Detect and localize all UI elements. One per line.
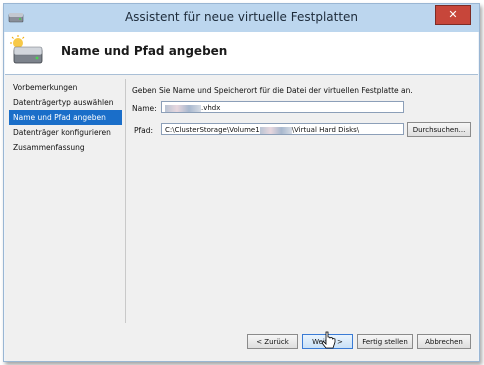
wizard-window: Assistent für neue virtuelle Festplatten… [3,3,480,362]
page-title: Name und Pfad angeben [61,44,228,58]
hard-drive-icon [10,35,43,64]
cancel-button[interactable]: Abbrechen [417,334,471,349]
nav-item-datentraeger-konfigurieren[interactable]: Datenträger konfigurieren [9,125,122,140]
title-bar[interactable]: Assistent für neue virtuelle Festplatten… [4,4,479,32]
instruction-text: Geben Sie Name und Speicherort für die D… [132,86,413,95]
wizard-header: Name und Pfad angeben [5,32,478,74]
nav-item-datentraegertyp[interactable]: Datenträgertyp auswählen [9,95,122,110]
mouse-cursor-icon [321,331,336,349]
finish-button[interactable]: Fertig stellen [357,334,413,349]
name-input-value: .vhdx [201,104,221,112]
redacted-text [259,126,292,134]
path-label: Pfad: [134,126,154,135]
name-input[interactable]: .vhdx [161,101,404,113]
nav-item-name-und-pfad[interactable]: Name und Pfad angeben [9,110,122,125]
wizard-content: Vorbemerkungen Datenträgertyp auswählen … [5,75,478,325]
nav-divider [125,79,126,323]
back-button[interactable]: < Zurück [247,334,298,349]
redacted-text [165,104,201,112]
nav-item-vorbemerkungen[interactable]: Vorbemerkungen [9,80,122,95]
step-navigation: Vorbemerkungen Datenträgertyp auswählen … [9,80,122,155]
close-button[interactable]: ✕ [435,5,471,25]
wizard-footer: < Zurück Weiter > Fertig stellen Abbrech… [5,325,478,361]
path-input-suffix: \Virtual Hard Disks\ [291,126,360,134]
path-input[interactable]: C:\ClusterStorage\Volume1 \Virtual Hard D… [161,123,404,135]
window-title: Assistent für neue virtuelle Festplatten [124,10,359,24]
name-label: Name: [132,104,157,113]
path-input-prefix: C:\ClusterStorage\Volume1 [165,126,260,134]
browse-button[interactable]: Durchsuchen... [407,122,471,137]
nav-item-zusammenfassung[interactable]: Zusammenfassung [9,140,122,155]
